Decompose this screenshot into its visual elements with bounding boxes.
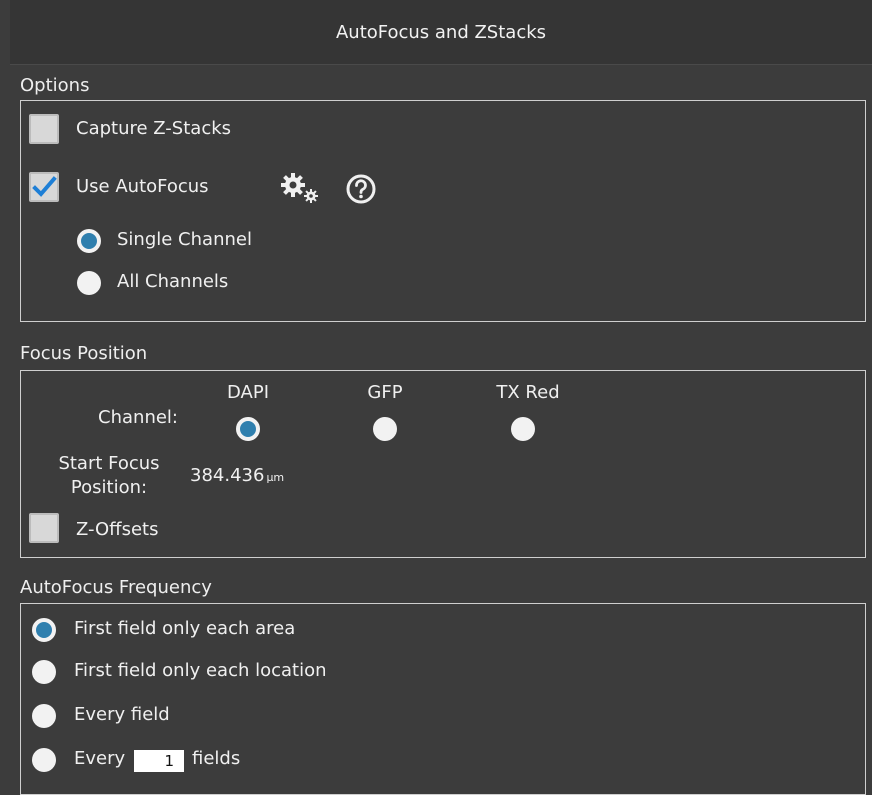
start-focus-unit: µm bbox=[266, 471, 285, 484]
window-title-bar: AutoFocus and ZStacks bbox=[10, 0, 872, 65]
start-focus-label-line1: Start Focus bbox=[58, 453, 160, 474]
freq-label-first-each-area: First field only each area bbox=[74, 618, 296, 639]
start-focus-label-line2: Position: bbox=[70, 477, 148, 498]
freq-label-every-field: Every field bbox=[74, 704, 170, 725]
use-autofocus-label: Use AutoFocus bbox=[76, 176, 209, 197]
gear-icon[interactable] bbox=[278, 170, 322, 206]
freq-label-every-suffix: fields bbox=[192, 748, 241, 769]
z-offsets-label: Z-Offsets bbox=[76, 519, 159, 540]
capture-zstacks-label: Capture Z-Stacks bbox=[76, 118, 232, 139]
start-focus-value: 384.436 bbox=[190, 465, 265, 486]
freq-label-every-prefix: Every bbox=[74, 748, 126, 769]
channel-label: Channel: bbox=[98, 407, 178, 428]
freq-radio-every-n[interactable] bbox=[32, 748, 56, 772]
channel-name-dapi: DAPI bbox=[226, 382, 270, 403]
options-section-label: Options bbox=[20, 75, 90, 96]
channel-radio-gfp[interactable] bbox=[373, 417, 397, 441]
frequency-section-label: AutoFocus Frequency bbox=[20, 577, 212, 598]
use-autofocus-checkbox[interactable] bbox=[29, 172, 59, 202]
start-focus-value-group: 384.436 µm bbox=[190, 465, 284, 486]
single-channel-label: Single Channel bbox=[117, 229, 252, 250]
all-channels-radio[interactable] bbox=[77, 271, 101, 295]
freq-radio-first-each-location[interactable] bbox=[32, 660, 56, 684]
every-n-fields-input[interactable]: 1 bbox=[134, 750, 184, 772]
freq-radio-every-field[interactable] bbox=[32, 704, 56, 728]
focus-position-section-label: Focus Position bbox=[20, 343, 148, 364]
freq-label-first-each-location: First field only each location bbox=[74, 660, 327, 681]
window-title: AutoFocus and ZStacks bbox=[335, 21, 547, 43]
single-channel-radio[interactable] bbox=[77, 229, 101, 253]
channel-radio-txred[interactable] bbox=[511, 417, 535, 441]
channel-name-gfp: GFP bbox=[367, 382, 403, 403]
freq-radio-first-each-area[interactable] bbox=[32, 618, 56, 642]
capture-zstacks-checkbox[interactable] bbox=[29, 114, 59, 144]
channel-radio-dapi[interactable] bbox=[236, 417, 260, 441]
z-offsets-checkbox[interactable] bbox=[29, 513, 59, 543]
help-icon[interactable] bbox=[345, 173, 377, 205]
checkmark-icon bbox=[32, 176, 57, 197]
channel-name-txred: TX Red bbox=[496, 382, 560, 403]
all-channels-label: All Channels bbox=[117, 271, 229, 292]
autofocus-panel: AutoFocus and ZStacks Options Capture Z-… bbox=[0, 0, 872, 795]
